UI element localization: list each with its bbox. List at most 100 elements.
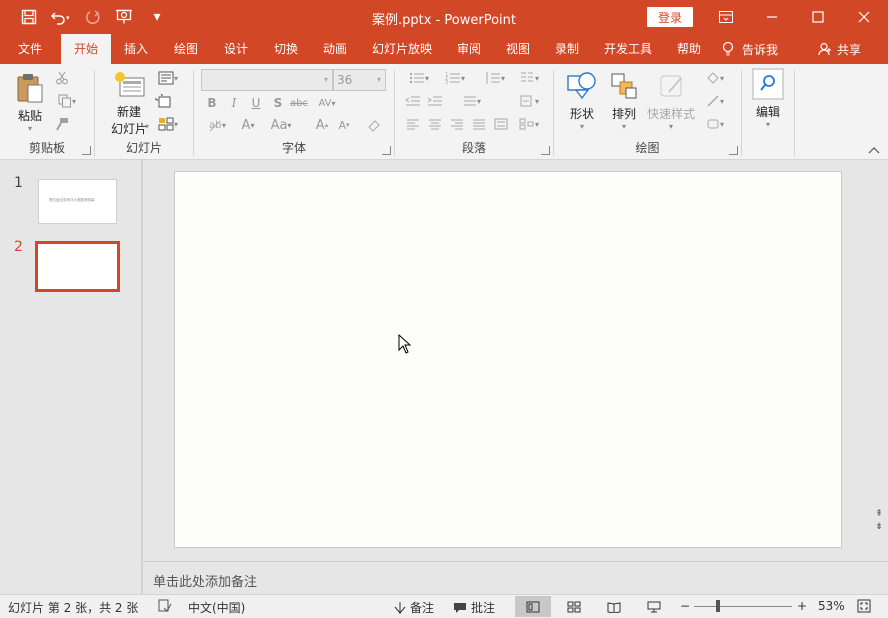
font-color-icon[interactable]: A ▾: [234, 116, 262, 134]
line-spacing-icon[interactable]: ▾: [479, 69, 511, 87]
clear-formatting-icon[interactable]: ab▾: [202, 116, 232, 134]
italic-icon[interactable]: I: [224, 94, 244, 112]
fit-to-window-icon[interactable]: [857, 599, 871, 613]
copy-icon[interactable]: ▾: [52, 92, 82, 110]
arrange-label: 排列: [611, 107, 636, 121]
decrease-indent-icon[interactable]: [403, 92, 423, 110]
reading-view-icon[interactable]: [596, 596, 632, 617]
comments-button[interactable]: 批注: [453, 599, 495, 616]
current-slide-canvas[interactable]: [174, 171, 842, 548]
distributed-icon[interactable]: [491, 115, 511, 133]
paste-icon: [17, 74, 43, 103]
slide-thumbnail-2[interactable]: [35, 241, 120, 292]
clipboard-launcher-icon[interactable]: [82, 146, 91, 155]
tab-animations[interactable]: 动画: [313, 34, 357, 64]
font-launcher-icon[interactable]: [382, 146, 391, 155]
share-button[interactable]: 共享: [818, 34, 861, 64]
character-spacing-icon[interactable]: AV ▾: [312, 94, 342, 112]
increase-font-size-icon[interactable]: A ▴: [312, 116, 332, 134]
normal-view-icon[interactable]: [515, 596, 551, 617]
format-painter-icon[interactable]: [52, 115, 72, 133]
tab-record[interactable]: 录制: [545, 34, 589, 64]
language-status[interactable]: 中文(中国): [188, 599, 245, 616]
tab-draw[interactable]: 绘图: [164, 34, 208, 64]
zoom-slider-track[interactable]: [694, 606, 792, 607]
font-name-dropdown-icon: ▾: [323, 75, 328, 84]
spell-check-icon[interactable]: [158, 599, 172, 613]
align-right-icon[interactable]: [447, 115, 467, 133]
drawing-launcher-icon[interactable]: [729, 146, 738, 155]
zoom-level[interactable]: 53%: [818, 599, 845, 613]
text-shadow-icon[interactable]: S: [268, 94, 288, 112]
bold-icon[interactable]: B: [202, 94, 222, 112]
eraser-icon[interactable]: [364, 116, 384, 134]
align-left-icon[interactable]: [403, 115, 423, 133]
tab-file[interactable]: 文件: [8, 34, 52, 64]
new-slide-dropdown-icon[interactable]: ▾: [145, 122, 149, 131]
editing-button[interactable]: 编辑 ▾: [750, 68, 786, 129]
cut-icon[interactable]: [52, 69, 72, 87]
align-center-icon[interactable]: [425, 115, 445, 133]
tab-slideshow[interactable]: 幻灯片放映: [366, 34, 438, 64]
login-button[interactable]: 登录: [647, 7, 693, 27]
tab-developer[interactable]: 开发工具: [598, 34, 658, 64]
shape-effects-icon[interactable]: ▾: [700, 115, 730, 133]
change-case-icon[interactable]: Aa ▾: [266, 116, 296, 134]
align-text-icon[interactable]: ▾: [513, 92, 545, 110]
convert-to-smartart-icon[interactable]: ▾: [513, 115, 545, 133]
shapes-icon: [567, 72, 596, 100]
previous-slide-icon[interactable]: ⇞: [873, 508, 885, 521]
shapes-button[interactable]: 形状 ▾: [562, 70, 602, 131]
lightbulb-icon: [722, 41, 734, 56]
notes-label: 备注: [410, 601, 435, 615]
clipboard-group-label: 剪贴板: [28, 141, 65, 155]
editing-dropdown-icon: ▾: [765, 120, 770, 129]
tab-design[interactable]: 设计: [214, 34, 258, 64]
tab-home[interactable]: 开始: [61, 34, 111, 65]
arrange-button[interactable]: 排列 ▾: [604, 70, 644, 131]
text-direction-icon[interactable]: ▾: [457, 92, 487, 110]
layout-icon[interactable]: ▾: [153, 69, 183, 87]
zoom-slider-handle[interactable]: [716, 600, 720, 612]
user-icon: [818, 42, 831, 56]
columns-icon[interactable]: ▾: [513, 69, 545, 87]
paste-button[interactable]: 粘贴 ▾: [10, 72, 50, 133]
tab-view[interactable]: 视图: [496, 34, 540, 64]
bullets-icon[interactable]: ▾: [403, 69, 435, 87]
decrease-font-size-icon[interactable]: A ▾: [334, 116, 354, 134]
slide-thumbnail-1[interactable]: 第四届全国海洋大赛圆满落幕: [38, 179, 117, 224]
close-icon[interactable]: [841, 0, 887, 34]
font-size-field[interactable]: 36 ▾: [333, 69, 386, 91]
minimize-icon[interactable]: [749, 0, 795, 34]
shape-fill-icon[interactable]: ▾: [700, 69, 730, 87]
notes-button[interactable]: 备注: [394, 599, 434, 616]
increase-indent-icon[interactable]: [425, 92, 445, 110]
slide-sorter-icon[interactable]: [556, 596, 592, 617]
notes-pane[interactable]: 单击此处添加备注: [143, 561, 888, 594]
tab-review[interactable]: 审阅: [447, 34, 491, 64]
mouse-pointer-icon: [398, 333, 412, 357]
tab-transitions[interactable]: 切换: [264, 34, 308, 64]
collapse-ribbon-icon[interactable]: [868, 146, 880, 157]
underline-icon[interactable]: U: [246, 94, 266, 112]
editing-group: 编辑 ▾: [742, 64, 794, 160]
justify-icon[interactable]: [469, 115, 489, 133]
shape-outline-icon[interactable]: ▾: [700, 92, 730, 110]
font-name-field[interactable]: ▾: [201, 69, 333, 91]
tell-me-box[interactable]: 告诉我: [722, 34, 778, 64]
tab-help[interactable]: 帮助: [667, 34, 711, 64]
slideshow-view-icon[interactable]: [636, 596, 672, 617]
zoom-in-button[interactable]: +: [797, 599, 807, 613]
strikethrough-icon[interactable]: abc: [288, 94, 310, 112]
tab-insert[interactable]: 插入: [114, 34, 158, 64]
quick-styles-button[interactable]: 快速样式 ▾: [646, 70, 696, 131]
paragraph-launcher-icon[interactable]: [541, 146, 550, 155]
reset-slide-icon[interactable]: [153, 92, 173, 110]
numbering-icon[interactable]: 1 2 3 ▾: [439, 69, 471, 87]
slide-count-status[interactable]: 幻灯片 第 2 张，共 2 张: [8, 599, 138, 616]
next-slide-icon[interactable]: ⇟: [873, 521, 885, 534]
zoom-out-button[interactable]: −: [680, 599, 690, 613]
ribbon-display-options-icon[interactable]: [703, 0, 749, 34]
maximize-icon[interactable]: [795, 0, 841, 34]
section-icon[interactable]: ▾: [153, 115, 183, 133]
